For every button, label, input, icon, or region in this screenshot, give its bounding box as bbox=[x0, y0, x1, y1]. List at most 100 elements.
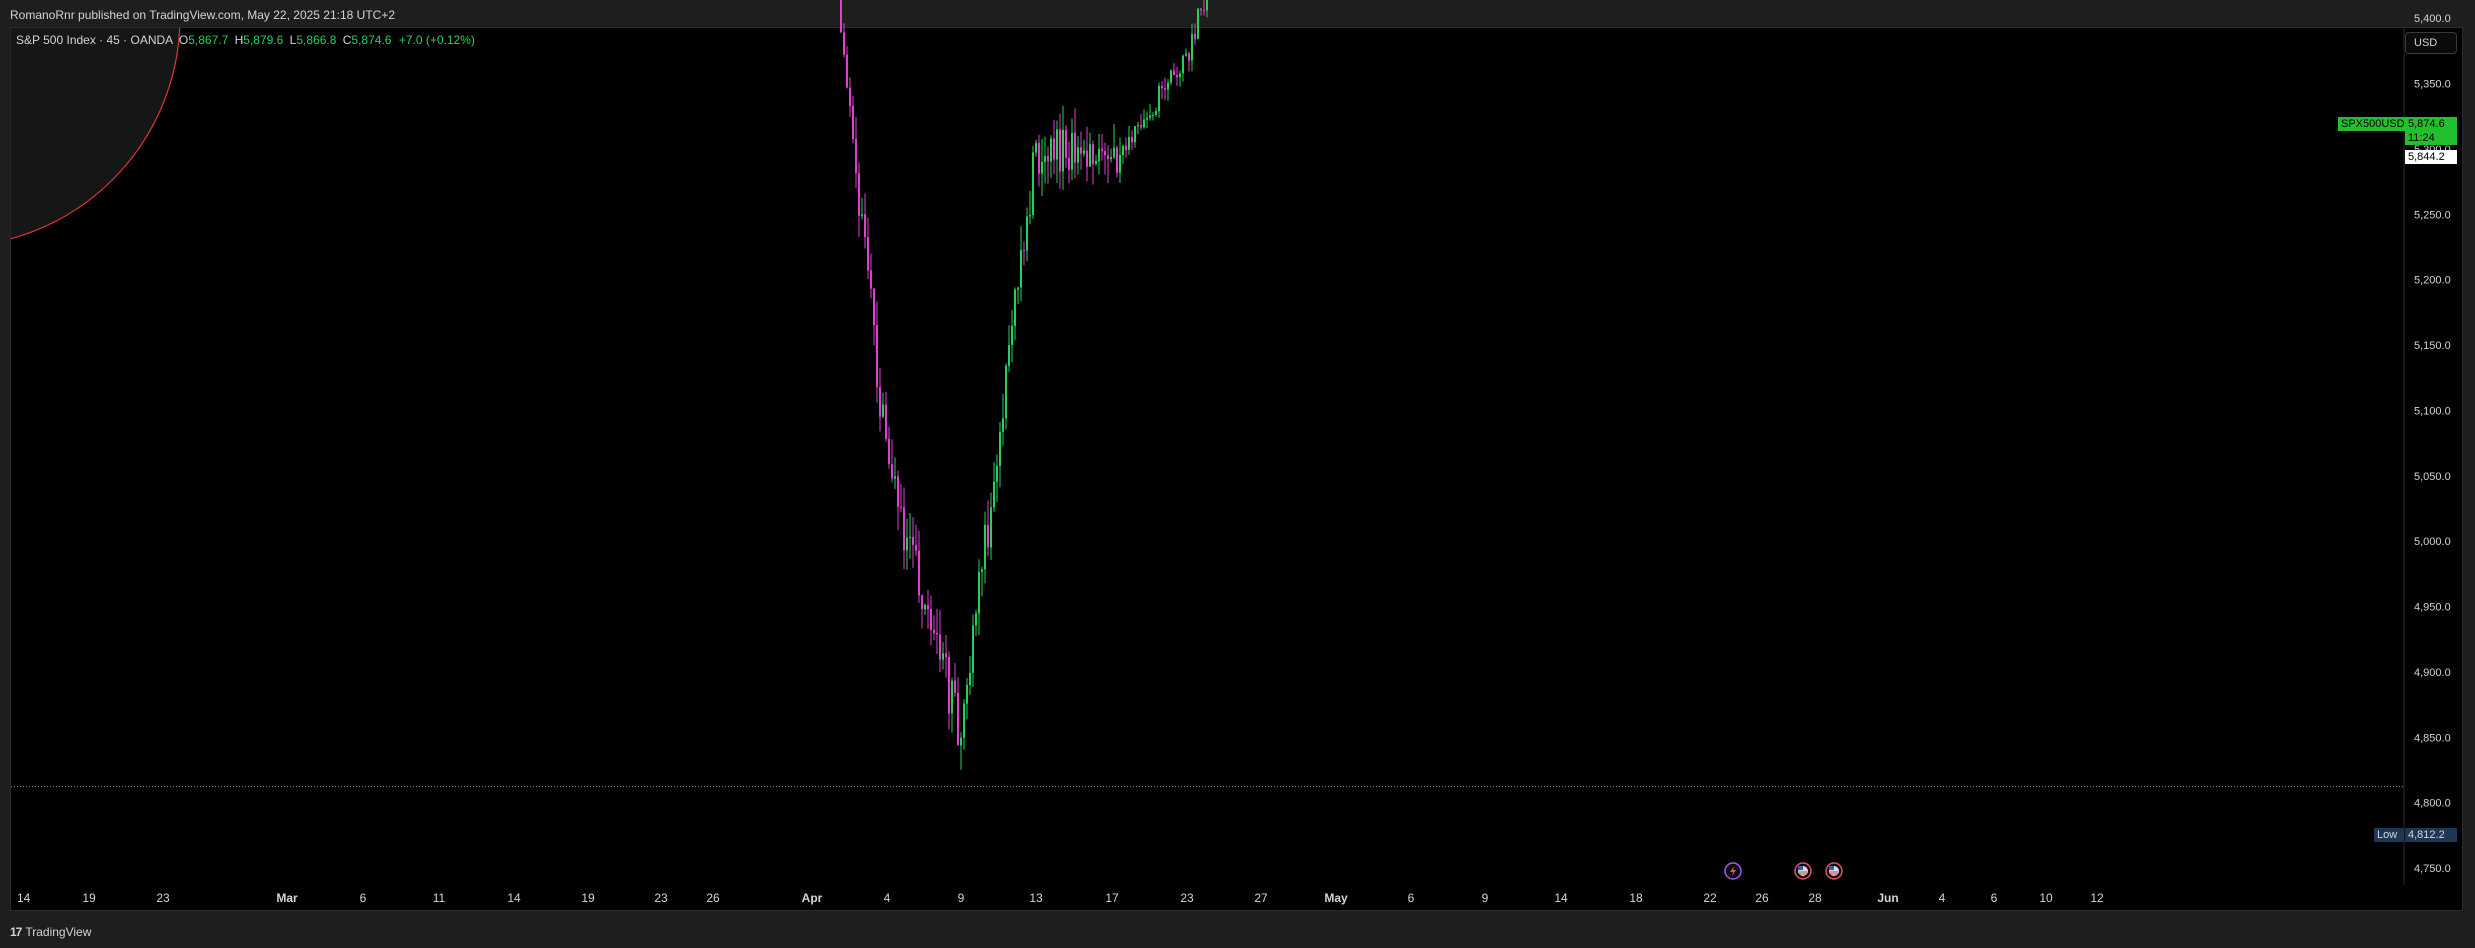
x-tick-label: 4 bbox=[884, 891, 891, 905]
tradingview-logo[interactable]: 17 TradingView bbox=[10, 923, 91, 941]
x-tick-label: 23 bbox=[156, 891, 170, 905]
candle-body bbox=[963, 703, 965, 738]
candle-body bbox=[909, 537, 911, 539]
candle-body bbox=[1155, 111, 1157, 115]
x-tick-label: 12 bbox=[2090, 891, 2104, 905]
candle-body bbox=[867, 237, 869, 271]
x-tick-label: 19 bbox=[82, 891, 96, 905]
candle-body bbox=[1116, 147, 1118, 173]
y-tick-label: 5,400.0 bbox=[2414, 13, 2451, 25]
y-tick-label: 4,900.0 bbox=[2414, 667, 2451, 679]
x-tick-label: 14 bbox=[507, 891, 521, 905]
x-tick-label: 26 bbox=[706, 891, 720, 905]
candle-body bbox=[1095, 161, 1097, 164]
candle-body bbox=[1047, 155, 1049, 162]
candle-body bbox=[1038, 142, 1040, 174]
candle-body bbox=[1200, 8, 1202, 10]
ohlc-header: S&P 500 Index · 45 · OANDA O5,867.7 H5,8… bbox=[16, 31, 475, 49]
us-flag-icon[interactable] bbox=[1825, 862, 1843, 880]
candle-body bbox=[1158, 85, 1160, 112]
candle-body bbox=[999, 431, 1001, 466]
candle-body bbox=[921, 595, 923, 610]
candle-body bbox=[879, 387, 881, 417]
candle-body bbox=[1014, 289, 1016, 326]
candle-body bbox=[1005, 365, 1007, 419]
dotted-level-tag: 5,844.2 bbox=[2405, 150, 2457, 164]
candle-body bbox=[1086, 150, 1088, 167]
candle-body bbox=[945, 653, 947, 657]
currency-button[interactable]: USD bbox=[2405, 32, 2457, 54]
candle-body bbox=[972, 625, 974, 673]
candle-body bbox=[894, 476, 896, 479]
y-tick-label: 4,950.0 bbox=[2414, 602, 2451, 614]
candle-body bbox=[843, 32, 845, 55]
candle-body bbox=[1092, 144, 1094, 164]
candle-body bbox=[969, 672, 971, 685]
x-tick-label: 6 bbox=[1991, 891, 1998, 905]
candle-body bbox=[939, 634, 941, 660]
candle-body bbox=[942, 653, 944, 660]
symbol-price-tag: SPX500USD bbox=[2338, 117, 2408, 131]
candle-body bbox=[1185, 53, 1187, 56]
x-tick-label: 28 bbox=[1808, 891, 1822, 905]
candle-body bbox=[891, 464, 893, 479]
candle-body bbox=[1197, 8, 1199, 40]
symbol-title[interactable]: S&P 500 Index · 45 · OANDA bbox=[16, 33, 173, 47]
tradingview-mark-icon: 17 bbox=[10, 925, 22, 939]
y-tick-label: 4,800.0 bbox=[2414, 798, 2451, 810]
candle-body bbox=[1023, 250, 1025, 252]
x-tick-label: 10 bbox=[2039, 891, 2053, 905]
x-tick-label: 9 bbox=[1482, 891, 1489, 905]
x-tick-label: 14 bbox=[1554, 891, 1568, 905]
candle-body bbox=[1170, 70, 1172, 83]
low-label-tag: Low bbox=[2374, 828, 2404, 842]
candle-body bbox=[1203, 9, 1205, 11]
x-tick-label: Mar bbox=[276, 891, 298, 905]
candle-body bbox=[888, 438, 890, 465]
bar-countdown-tag: 11:24 bbox=[2405, 131, 2457, 145]
candle-body bbox=[852, 105, 854, 140]
x-tick-label: 18 bbox=[1629, 891, 1643, 905]
candle-body bbox=[1140, 124, 1142, 128]
candle-body bbox=[1176, 75, 1178, 78]
low-value: 5,866.8 bbox=[296, 33, 337, 47]
candle-body bbox=[993, 481, 995, 508]
candle-body bbox=[1191, 33, 1193, 61]
y-tick-label: 5,350.0 bbox=[2414, 79, 2451, 91]
lightning-icon[interactable] bbox=[1724, 862, 1742, 880]
x-tick-label: 4 bbox=[1939, 891, 1946, 905]
candle-body bbox=[957, 692, 959, 746]
y-tick-label: 5,100.0 bbox=[2414, 405, 2451, 417]
candle-body bbox=[897, 476, 899, 507]
candle-body bbox=[984, 524, 986, 570]
candle-body bbox=[1050, 138, 1052, 162]
candle-body bbox=[1113, 147, 1115, 158]
open-label: O bbox=[178, 33, 189, 47]
candle-body bbox=[1122, 145, 1124, 156]
y-tick-label: 4,850.0 bbox=[2414, 732, 2451, 744]
y-tick-label: 5,250.0 bbox=[2414, 209, 2451, 221]
candle-body bbox=[1119, 155, 1121, 173]
us-flag-icon[interactable] bbox=[1794, 862, 1812, 880]
candle-body bbox=[1044, 155, 1046, 162]
x-tick-label: 26 bbox=[1755, 891, 1769, 905]
candle-body bbox=[981, 569, 983, 572]
candle-body bbox=[930, 608, 932, 630]
x-tick-label: 9 bbox=[958, 891, 965, 905]
x-tick-label: 17 bbox=[1105, 891, 1119, 905]
candle-body bbox=[858, 173, 860, 216]
candle-body bbox=[861, 214, 863, 216]
x-tick-label: 22 bbox=[1703, 891, 1717, 905]
candle-body bbox=[1080, 147, 1082, 154]
x-tick-label: 27 bbox=[1254, 891, 1268, 905]
brand-name: TradingView bbox=[25, 925, 92, 939]
candle-body bbox=[1149, 115, 1151, 118]
low-value-tag: 4,812.2 bbox=[2405, 828, 2457, 842]
y-tick-label: 5,000.0 bbox=[2414, 536, 2451, 548]
candle-body bbox=[1206, 0, 1208, 11]
x-tick-label: 19 bbox=[581, 891, 595, 905]
price-chart[interactable]: 5,950.05,900.05,850.05,800.05,750.05,700… bbox=[0, 0, 2475, 948]
candle-body bbox=[1134, 126, 1136, 143]
candle-body bbox=[1182, 55, 1184, 74]
candle-body bbox=[1062, 129, 1064, 172]
